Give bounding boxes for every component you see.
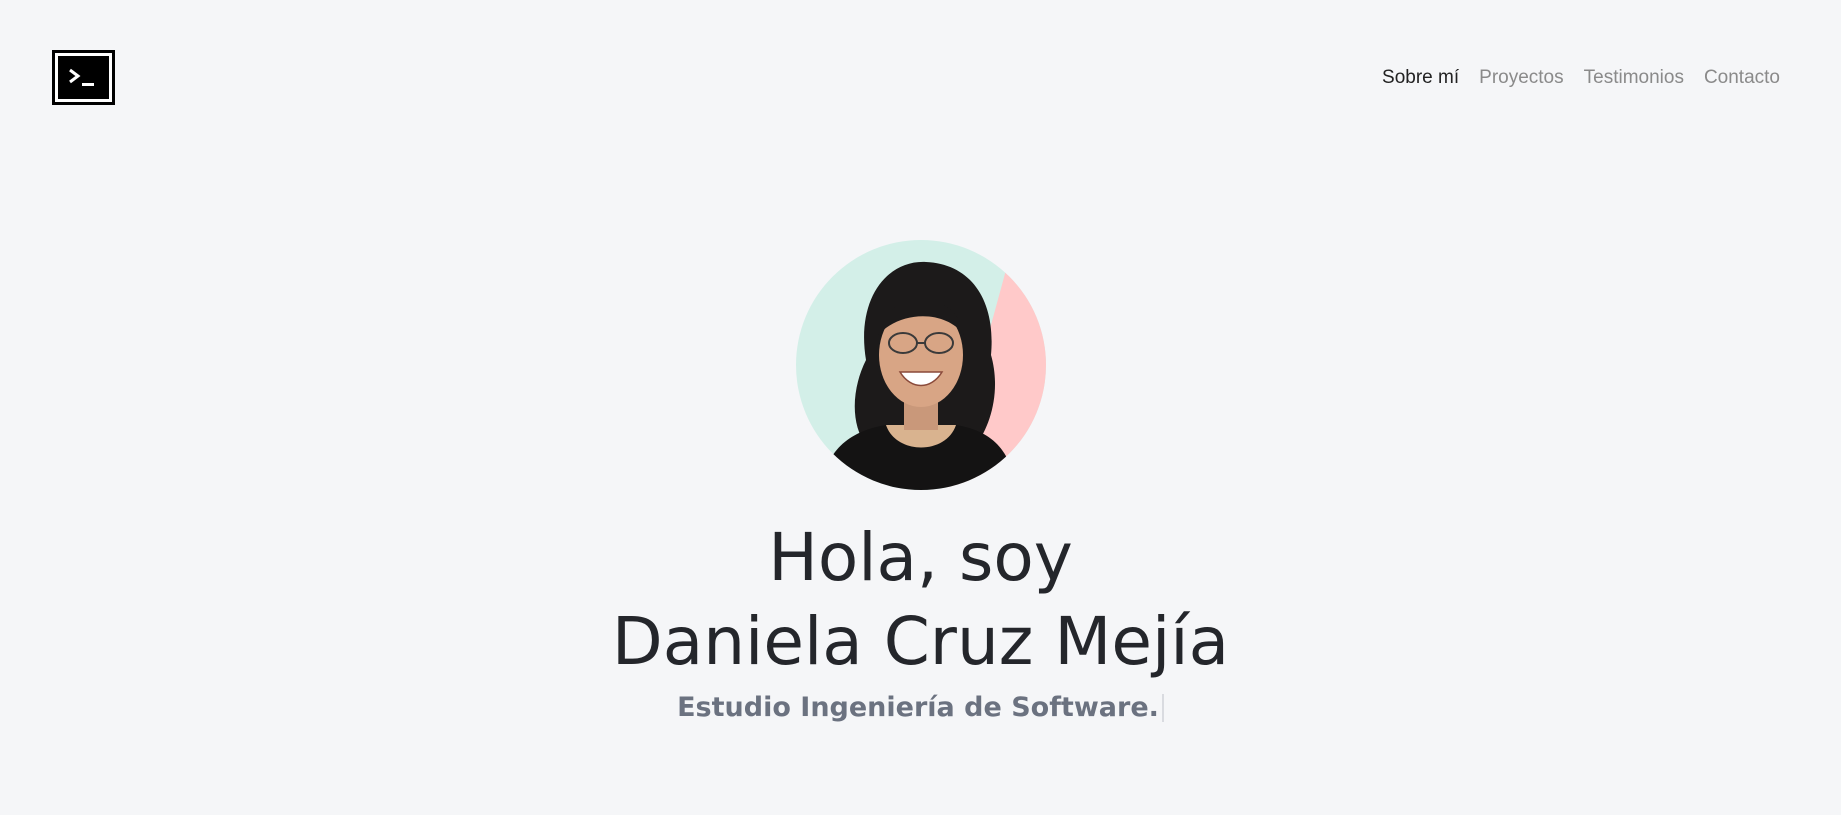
avatar (795, 240, 1046, 490)
tagline-text: Estudio Ingeniería de Software. (677, 692, 1159, 723)
terminal-logo[interactable] (52, 50, 115, 105)
nav-item-proyectos[interactable]: Proyectos (1479, 67, 1563, 89)
greeting-line-2-name: Daniela Cruz Mejía (611, 603, 1230, 680)
page: Sobre mí Proyectos Testimonios Contacto (0, 0, 1841, 815)
nav-item-sobre-mi[interactable]: Sobre mí (1382, 67, 1459, 89)
nav-item-contacto[interactable]: Contacto (1704, 67, 1780, 89)
typing-caret (1161, 693, 1164, 722)
hero-tagline: Estudio Ingeniería de Software. (677, 692, 1164, 723)
main-nav: Sobre mí Proyectos Testimonios Contacto (1382, 67, 1780, 89)
nav-item-testimonios[interactable]: Testimonios (1584, 67, 1684, 89)
hero-section: Hola, soy Daniela Cruz Mejía Estudio Ing… (0, 240, 1841, 723)
terminal-icon (58, 56, 109, 99)
greeting-line-1: Hola, soy (768, 519, 1073, 596)
hero-greeting: Hola, soy Daniela Cruz Mejía (612, 516, 1229, 684)
